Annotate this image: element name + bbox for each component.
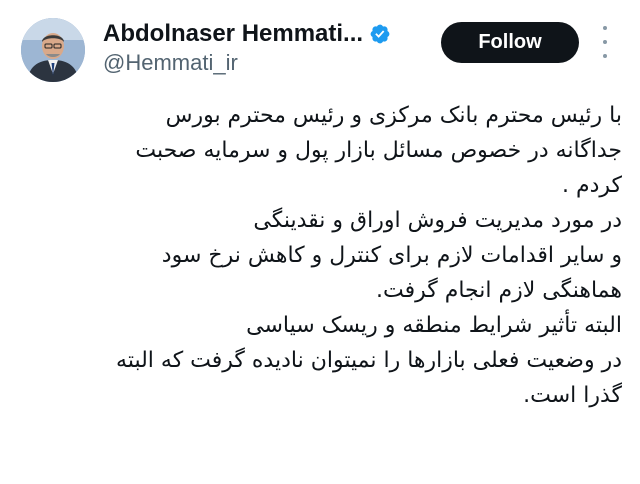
user-handle[interactable]: @Hemmati_ir [103, 50, 238, 76]
tweet-line: کردم . [561, 173, 622, 198]
more-options-icon[interactable] [597, 26, 613, 58]
display-name[interactable]: Abdolnaser Hemmati... [103, 20, 363, 48]
tweet-text: با رئیس محترم بانک مرکزی و رئیس محترم بو… [18, 98, 622, 413]
dot [603, 54, 607, 58]
tweet-line: با رئیس محترم بانک مرکزی و رئیس محترم بو… [165, 103, 622, 128]
dot [603, 26, 607, 30]
dot [603, 40, 607, 44]
verified-badge-icon [370, 24, 390, 44]
follow-button[interactable]: Follow [441, 22, 579, 63]
avatar[interactable] [21, 18, 85, 82]
tweet-line: در مورد مدیریت فروش اوراق و نقدینگی [253, 208, 622, 233]
tweet-line: گذرا است. [523, 383, 622, 408]
name-row: Abdolnaser Hemmati... [103, 18, 391, 50]
tweet-line: هماهنگی لازم انجام گرفت. [375, 278, 622, 303]
tweet-line: البته تأثیر شرایط منطقه و ریسک سیاسی [246, 313, 622, 338]
tweet-line: و سایر اقدامات لازم برای کنترل و کاهش نر… [161, 243, 622, 268]
tweet-line: در وضعیت فعلی بازارها را نمیتوان نادیده … [116, 348, 622, 373]
tweet-line: جداگانه در خصوص مسائل بازار پول و سرمایه… [135, 138, 622, 163]
